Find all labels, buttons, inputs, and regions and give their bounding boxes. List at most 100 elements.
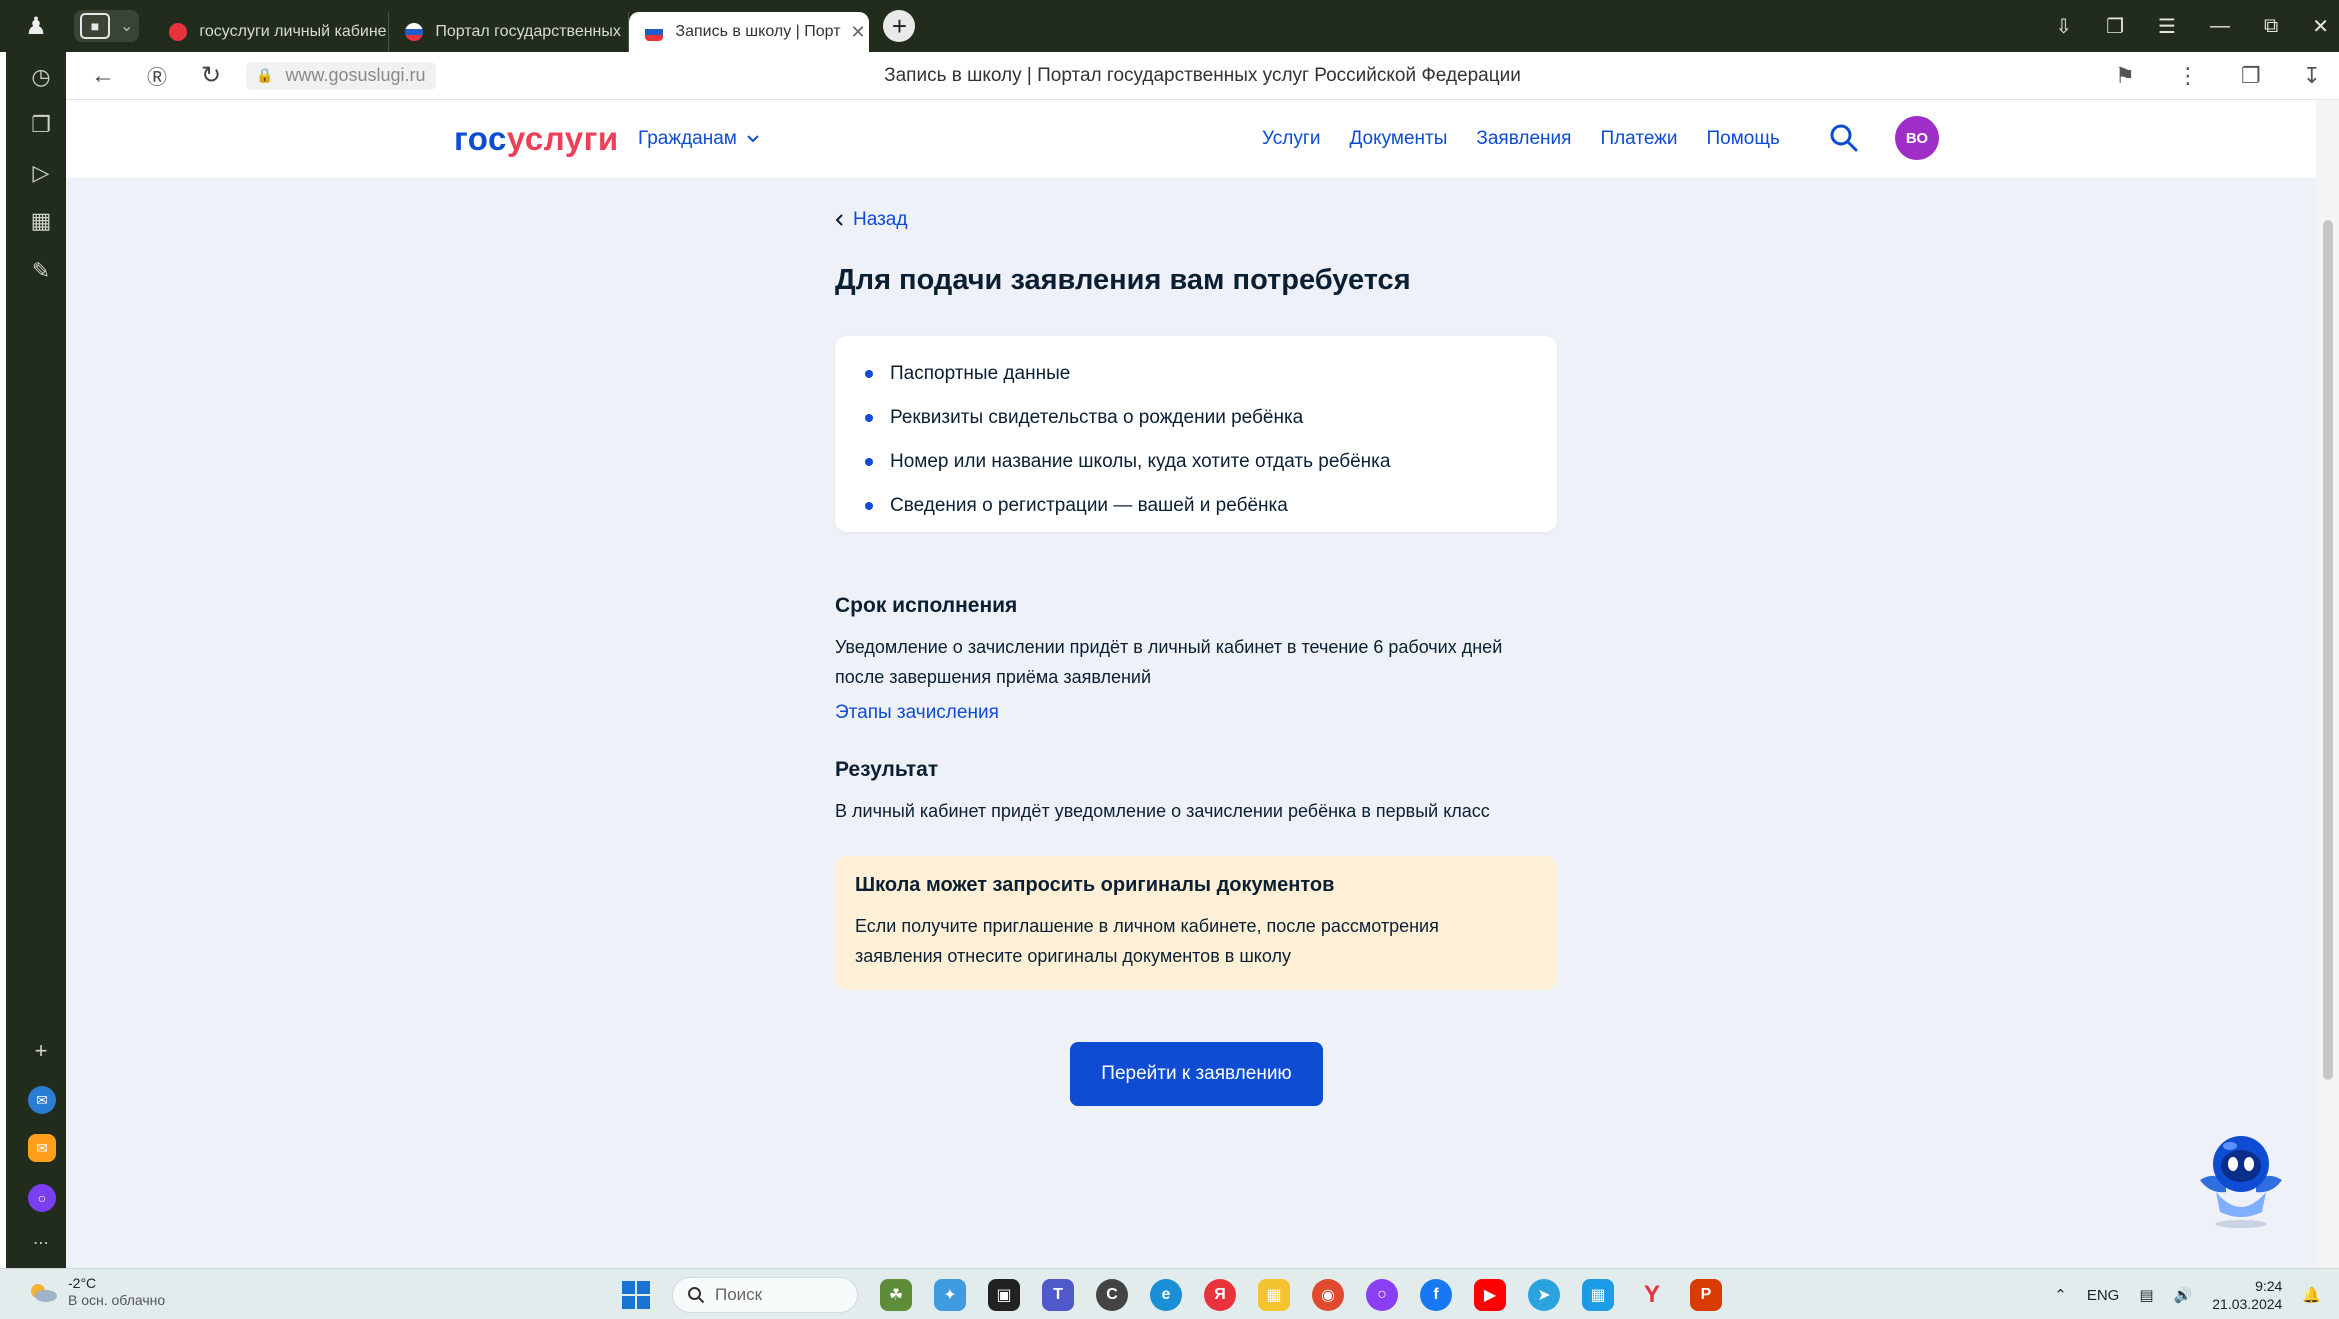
collections-icon[interactable]: ❐ (26, 110, 56, 140)
clock-time: 9:24 (2255, 1278, 2283, 1294)
chrome-icon[interactable]: ◉ (1312, 1279, 1344, 1311)
nav-payments[interactable]: Платежи (1600, 128, 1677, 150)
yandex-favicon-icon (169, 23, 188, 41)
weather-desc: В осн. облачно (68, 1292, 166, 1308)
nav-services[interactable]: Услуги (1262, 128, 1320, 150)
extensions-icon[interactable]: ❐ (2241, 63, 2261, 89)
widgets-icon[interactable]: ☘ (880, 1279, 912, 1311)
term-heading: Срок исполнения (835, 594, 1018, 617)
windows-taskbar: -2°C В осн. облачно Поиск ☘ ✦ ▣ T C e Я … (0, 1268, 2339, 1319)
tab-title: Портал государственных (435, 23, 621, 40)
windows-start-icon[interactable] (622, 1281, 650, 1309)
page-title: Для подачи заявления вам потребуется (835, 264, 1411, 296)
play-icon[interactable]: ▷ (26, 158, 56, 188)
chevron-down-icon (747, 135, 759, 143)
notifications-icon[interactable]: 🔔 (2302, 1286, 2321, 1304)
yandex-icon[interactable]: Y (1636, 1279, 1668, 1311)
chevron-up-icon[interactable]: ⌃ (2054, 1286, 2067, 1304)
requirement-text: Реквизиты свидетельства о рождении ребён… (890, 407, 1304, 428)
notes-icon[interactable]: ✎ (26, 256, 56, 286)
teams-icon[interactable]: T (1042, 1279, 1074, 1311)
edge-icon[interactable]: e (1150, 1279, 1182, 1311)
requirements-card: Паспортные данные Реквизиты свидетельств… (835, 336, 1557, 532)
warning-text: Если получите приглашение в личном кабин… (855, 911, 1537, 971)
url-field[interactable]: 🔒 www.gosuslugi.ru (246, 61, 436, 90)
close-tab-icon[interactable]: ✕ (851, 22, 866, 43)
network-icon[interactable]: ▤ (2139, 1286, 2153, 1304)
minimize-icon[interactable]: — (2210, 15, 2230, 38)
header-nav: Услуги Документы Заявления Платежи Помощ… (1262, 128, 1780, 150)
window-controls: ⇩ ❐ ☰ — ⧉ ✕ (2055, 0, 2329, 52)
warning-title: Школа может запросить оригиналы документ… (855, 874, 1335, 896)
yandex-browser-icon[interactable]: Я (1204, 1279, 1236, 1311)
avatar[interactable]: ВО (1895, 116, 1939, 160)
tab-groups-control[interactable]: ■ ⌄ (74, 10, 140, 42)
alice-icon[interactable]: ○ (28, 1184, 56, 1212)
back-arrow-icon[interactable]: ← (86, 62, 120, 90)
browser-tab-2[interactable]: Портал государственных (389, 12, 630, 52)
new-tab-button[interactable]: + (883, 10, 916, 42)
messenger-icon[interactable]: ✉ (28, 1086, 56, 1114)
tab-switcher-icon[interactable]: ❐ (2106, 14, 2124, 39)
taskbar-search[interactable]: Поиск (672, 1277, 858, 1313)
volume-icon[interactable]: 🔊 (2174, 1286, 2193, 1304)
downloads-icon[interactable]: ↧ (2303, 63, 2321, 89)
youtube-icon[interactable]: ▶ (1474, 1279, 1506, 1311)
language-indicator[interactable]: ENG (2087, 1287, 2120, 1304)
downloads-panel-icon[interactable]: ▦ (26, 206, 56, 236)
chevron-down-icon: ⌄ (120, 18, 134, 35)
file-explorer-icon[interactable]: ▦ (1258, 1279, 1290, 1311)
requirement-text: Сведения о регистрации — вашей и ребёнка (890, 495, 1288, 516)
citizens-menu[interactable]: Гражданам (638, 128, 759, 150)
result-text: В личный кабинет придёт уведомление о за… (835, 801, 1490, 821)
back-link[interactable]: Назад (835, 209, 907, 231)
robot-assistant-icon[interactable] (2186, 1122, 2296, 1232)
reader-icon[interactable]: Ⓡ (140, 61, 174, 90)
clock[interactable]: 9:24 21.03.2024 (2212, 1277, 2282, 1313)
restore-icon[interactable]: ⧉ (2264, 15, 2278, 38)
browser-tab-1[interactable]: госуслуги личный кабине (153, 12, 390, 52)
history-icon[interactable]: ◷ (26, 62, 56, 92)
download-indicator-icon[interactable]: ⇩ (2055, 14, 2072, 39)
more-menu-icon[interactable]: ⋮ (2177, 63, 2199, 89)
bookmark-icon[interactable]: ⚑ (2115, 63, 2135, 89)
logo-part-1: гос (454, 120, 507, 157)
alice-icon[interactable]: ○ (1366, 1279, 1398, 1311)
back-link-label: Назад (853, 209, 908, 230)
list-item: Паспортные данные (865, 352, 1527, 396)
more-dots-icon[interactable]: ⋯ (26, 1228, 56, 1258)
term-text: Уведомление о зачислении придёт в личный… (835, 632, 1502, 692)
scrollbar-thumb[interactable] (2323, 220, 2333, 1080)
nav-documents[interactable]: Документы (1349, 128, 1447, 150)
go-to-application-button[interactable]: Перейти к заявлению (1070, 1042, 1323, 1106)
bookmarks-icon[interactable]: ☰ (2158, 14, 2176, 39)
weather-widget[interactable]: -2°C В осн. облачно (28, 1275, 165, 1309)
browser-tab-3-active[interactable]: Запись в школу | Порт ✕ (629, 12, 870, 52)
search-icon[interactable] (1828, 122, 1860, 154)
copilot-icon[interactable]: ✦ (934, 1279, 966, 1311)
c-app-icon[interactable]: C (1096, 1279, 1128, 1311)
store-icon[interactable]: ▦ (1582, 1279, 1614, 1311)
nav-applications[interactable]: Заявления (1476, 128, 1571, 150)
site-header: госуслуги Гражданам Услуги Документы Зая… (66, 100, 2316, 178)
gosuslugi-logo[interactable]: госуслуги (454, 120, 619, 158)
tab-title: Запись в школу | Порт (675, 23, 841, 40)
telegram-icon[interactable]: ➤ (1528, 1279, 1560, 1311)
stages-link[interactable]: Этапы зачисления (835, 702, 999, 724)
scrollbar[interactable] (2316, 100, 2339, 1268)
task-view-icon[interactable]: ▣ (988, 1279, 1020, 1311)
taskbar-search-placeholder: Поиск (715, 1285, 763, 1304)
warning-text-line-2: заявления отнесите оригиналы документов … (855, 946, 1291, 966)
powerpoint-icon[interactable]: P (1690, 1279, 1722, 1311)
nav-help[interactable]: Помощь (1707, 128, 1780, 150)
facebook-icon[interactable]: f (1420, 1279, 1452, 1311)
profile-icon[interactable]: ♟ (18, 8, 54, 44)
add-panel-icon[interactable]: + (26, 1036, 56, 1066)
system-tray: ⌃ ENG ▤ 🔊 9:24 21.03.2024 🔔 (2054, 1275, 2321, 1315)
warning-box: Школа может запросить оригиналы документ… (835, 856, 1557, 990)
list-item: Сведения о регистрации — вашей и ребёнка (865, 484, 1527, 528)
mail-icon[interactable]: ✉ (28, 1134, 56, 1162)
close-window-icon[interactable]: ✕ (2312, 14, 2329, 39)
reload-icon[interactable]: ↻ (194, 61, 228, 90)
browser-tab-bar: ♟ ■ ⌄ госуслуги личный кабине Портал гос… (0, 0, 2339, 52)
